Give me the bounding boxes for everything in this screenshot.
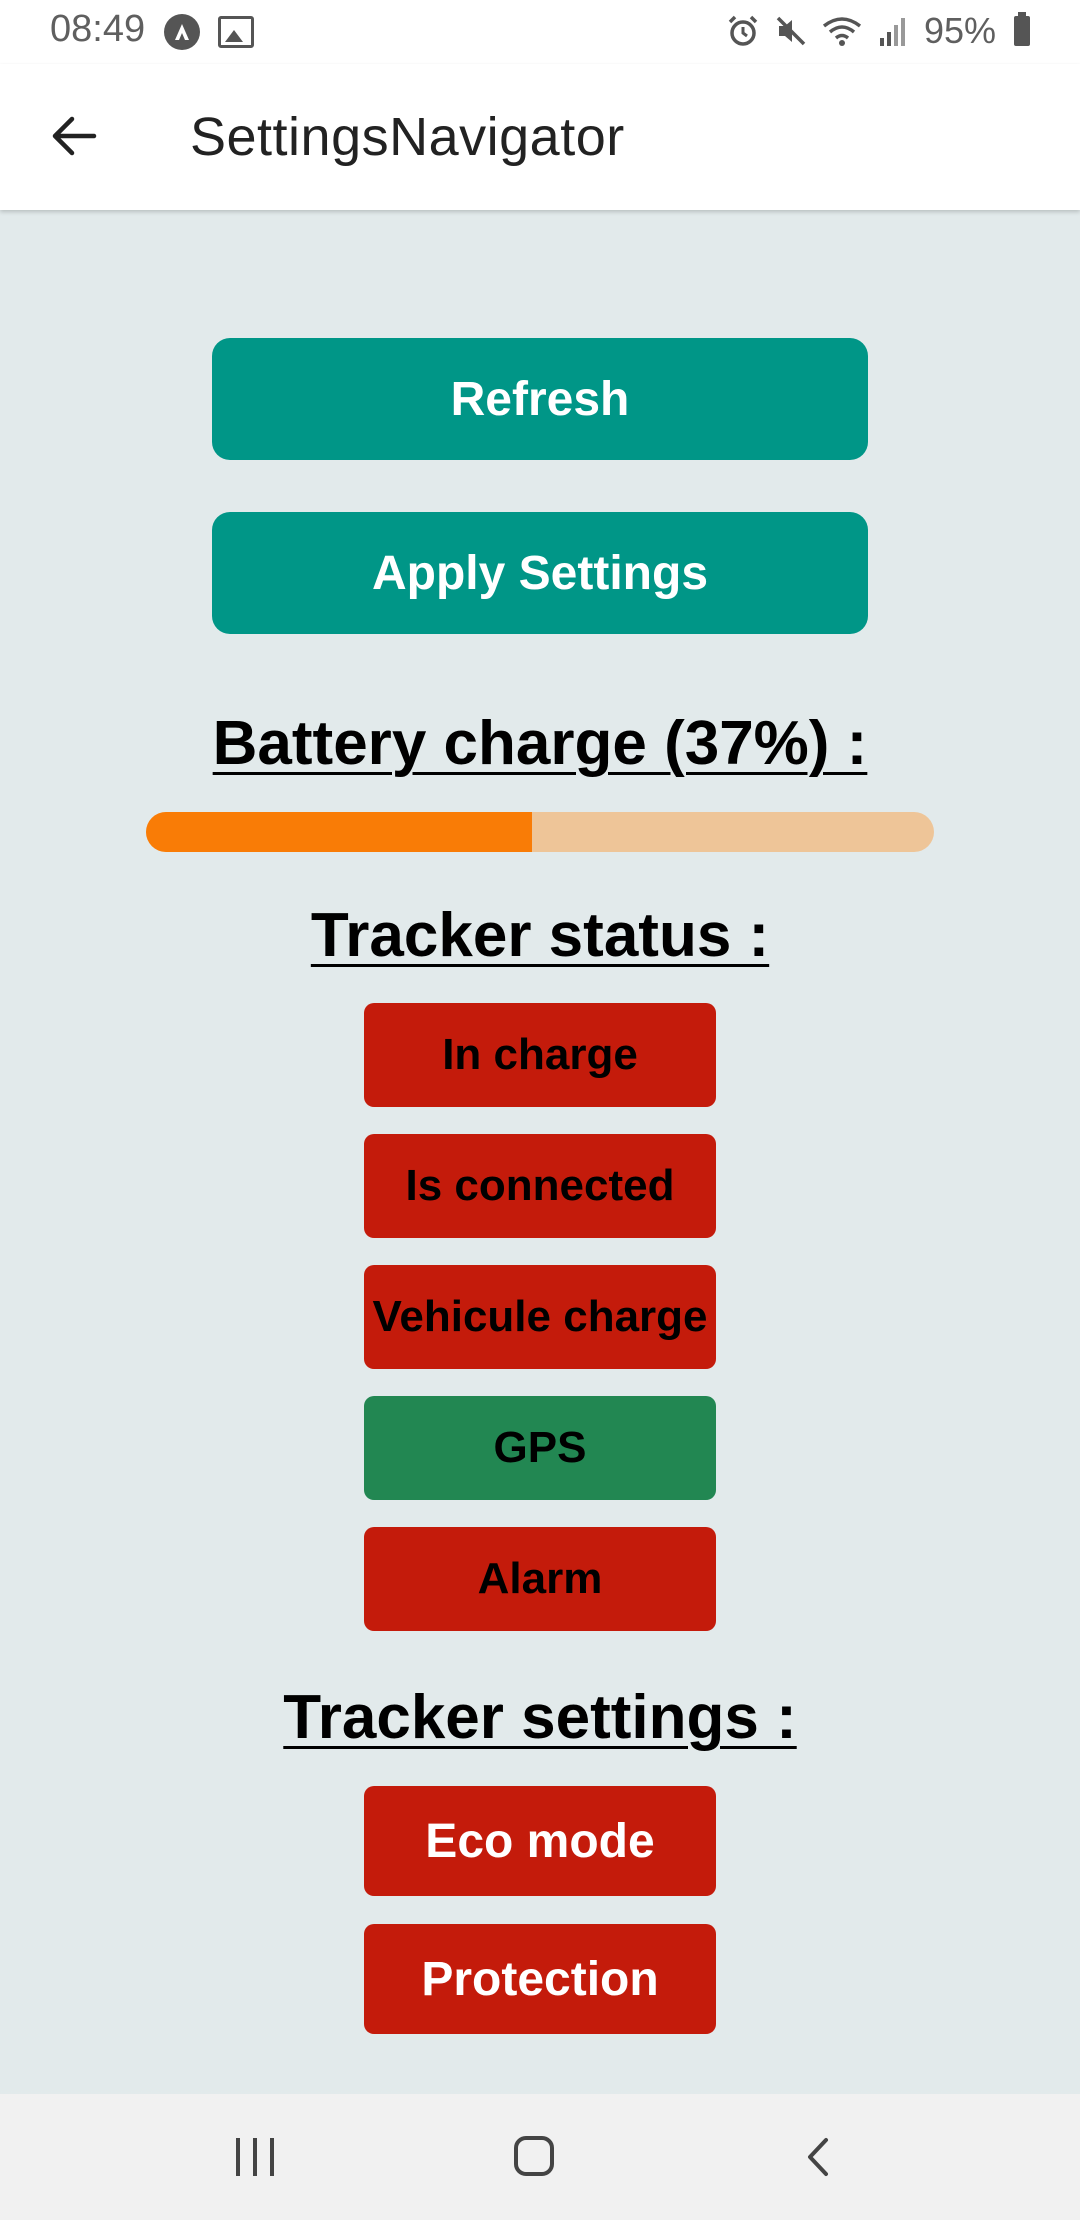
page-title: SettingsNavigator [190, 107, 625, 167]
apply-settings-button[interactable]: Apply Settings [212, 512, 868, 634]
battery-charge-label: Battery charge (37%) : [212, 709, 868, 778]
back-icon[interactable] [800, 2134, 836, 2180]
alarm-icon [728, 15, 758, 46]
status-in-charge: In charge [364, 1003, 716, 1107]
wifi-icon [822, 17, 862, 46]
system-nav-bar [0, 2094, 1080, 2220]
home-icon[interactable] [514, 2136, 554, 2176]
status-right-icons: 95% [726, 10, 1030, 52]
mute-icon [776, 16, 806, 46]
status-is-connected: Is connected [364, 1134, 716, 1238]
status-gps: GPS [364, 1396, 716, 1500]
gallery-icon [218, 16, 254, 48]
recents-icon[interactable] [236, 2138, 274, 2176]
battery-icon [1014, 12, 1030, 46]
signal-icon [879, 18, 905, 46]
status-left-icons [164, 14, 254, 50]
eco-mode-toggle[interactable]: Eco mode [364, 1786, 716, 1896]
refresh-button[interactable]: Refresh [212, 338, 868, 460]
status-time: 08:49 [50, 8, 146, 50]
protection-toggle[interactable]: Protection [364, 1924, 716, 2034]
back-arrow-icon[interactable] [48, 110, 100, 162]
tracker-status-title: Tracker status : [310, 901, 770, 970]
main-content: Refresh Apply Settings Battery charge (3… [0, 210, 1080, 2094]
app-notification-icon [164, 14, 200, 50]
app-bar: SettingsNavigator [0, 64, 1080, 210]
battery-progress-bar [146, 812, 934, 852]
tracker-settings-title: Tracker settings : [283, 1683, 797, 1752]
status-alarm: Alarm [364, 1527, 716, 1631]
battery-progress-fill [146, 812, 533, 852]
status-bar: 08:49 95% [0, 0, 1080, 64]
status-vehicule-charge: Vehicule charge [364, 1265, 716, 1369]
battery-percent: 95% [923, 10, 996, 51]
